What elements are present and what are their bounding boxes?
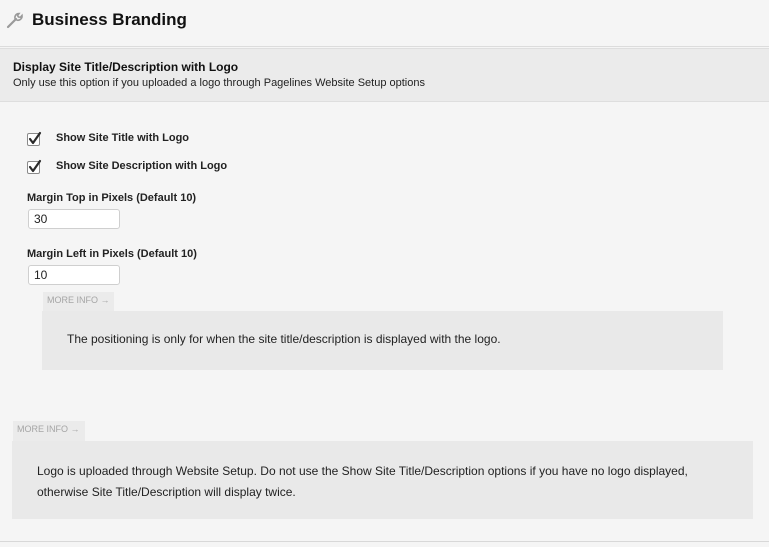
- show-site-description-checkbox[interactable]: [27, 159, 42, 174]
- outer-info-text: Logo is uploaded through Website Setup. …: [37, 464, 688, 499]
- page-title: Business Branding: [32, 10, 187, 29]
- inner-info-text: The positioning is only for when the sit…: [67, 332, 501, 346]
- margin-top-label: Margin Top in Pixels (Default 10): [27, 192, 197, 204]
- section-title: Display Site Title/Description with Logo: [13, 60, 239, 74]
- bottom-divider: [0, 541, 769, 542]
- checkmark-icon: [28, 159, 42, 173]
- outer-more-info-toggle[interactable]: MORE INFO →: [13, 421, 85, 441]
- show-site-title-checkbox[interactable]: [27, 131, 42, 146]
- show-site-title-label: Show Site Title with Logo: [56, 132, 190, 144]
- outer-info-box: Logo is uploaded through Website Setup. …: [12, 441, 753, 519]
- margin-top-input[interactable]: [28, 209, 120, 229]
- checkmark-icon: [28, 131, 42, 145]
- margin-left-input[interactable]: [28, 265, 120, 285]
- page-header: Business Branding: [0, 0, 769, 47]
- option-section-header: Display Site Title/Description with Logo…: [0, 48, 769, 102]
- wrench-icon: [6, 12, 23, 29]
- inner-more-info-toggle[interactable]: MORE INFO →: [43, 292, 114, 311]
- inner-info-box: The positioning is only for when the sit…: [42, 311, 723, 370]
- section-description: Only use this option if you uploaded a l…: [13, 77, 425, 89]
- margin-left-label: Margin Left in Pixels (Default 10): [27, 248, 197, 260]
- show-site-description-label: Show Site Description with Logo: [56, 160, 228, 172]
